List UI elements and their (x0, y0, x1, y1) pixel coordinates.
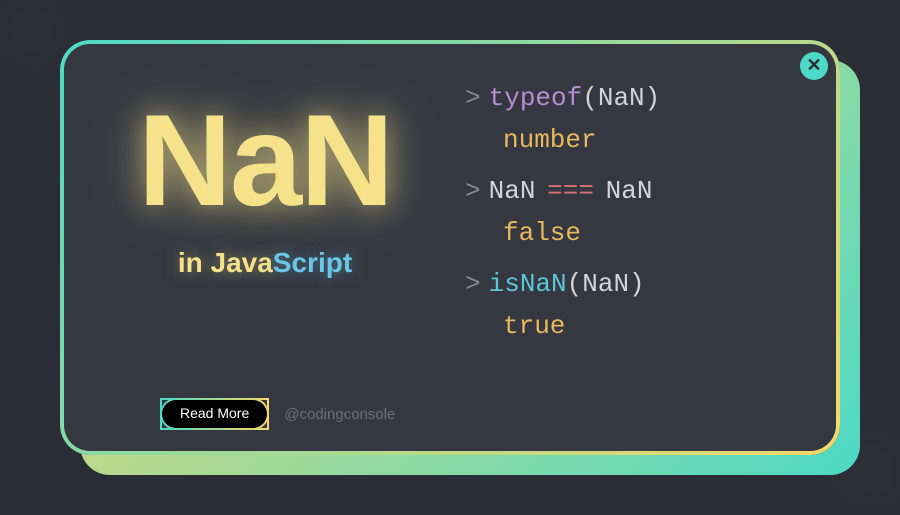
close-icon: ✕ (806, 55, 821, 77)
subtitle-java: Java (211, 247, 273, 278)
main-title: NaN (138, 95, 392, 225)
result-3: true (503, 308, 795, 344)
fn-isnan: isNaN (489, 269, 567, 299)
prompt: > (465, 176, 481, 206)
handle-text: @codingconsole (284, 406, 395, 423)
subtitle-script: Script (273, 247, 352, 278)
result-false: false (503, 218, 581, 248)
paren-close: ) (629, 269, 645, 299)
left-column: NaN in JavaScript (105, 75, 425, 420)
arg-nan: NaN (582, 269, 629, 299)
result-number: number (503, 125, 597, 155)
code-line-1: > typeof(NaN) (465, 80, 795, 116)
code-line-2: > NaN === NaN (465, 173, 795, 209)
nan-left: NaN (489, 176, 536, 206)
paren-open: ( (567, 269, 583, 299)
paren-close: ) (645, 83, 661, 113)
subtitle: in JavaScript (178, 247, 352, 279)
bottom-row: Read More @codingconsole (160, 398, 395, 430)
paren-open: ( (582, 83, 598, 113)
subtitle-in: in (178, 247, 211, 278)
result-true: true (503, 311, 565, 341)
card: ✕ NaN in JavaScript >typeof(NaN) number … (60, 40, 840, 455)
code-panel: >typeof(NaN) number >NaN===NaN false >is… (465, 75, 795, 420)
read-more-label: Read More (180, 405, 249, 421)
result-1: number (503, 122, 795, 158)
result-2: false (503, 215, 795, 251)
keyword-typeof: typeof (489, 83, 583, 113)
prompt: > (465, 269, 481, 299)
arg-nan: NaN (598, 83, 645, 113)
operator-eq: === (547, 176, 594, 206)
card-wrapper: ✕ NaN in JavaScript >typeof(NaN) number … (60, 40, 840, 455)
close-button[interactable]: ✕ (800, 52, 828, 80)
nan-right: NaN (606, 176, 653, 206)
code-line-3: > isNaN(NaN) (465, 266, 795, 302)
prompt: > (465, 83, 481, 113)
read-more-button[interactable]: Read More (160, 398, 269, 430)
